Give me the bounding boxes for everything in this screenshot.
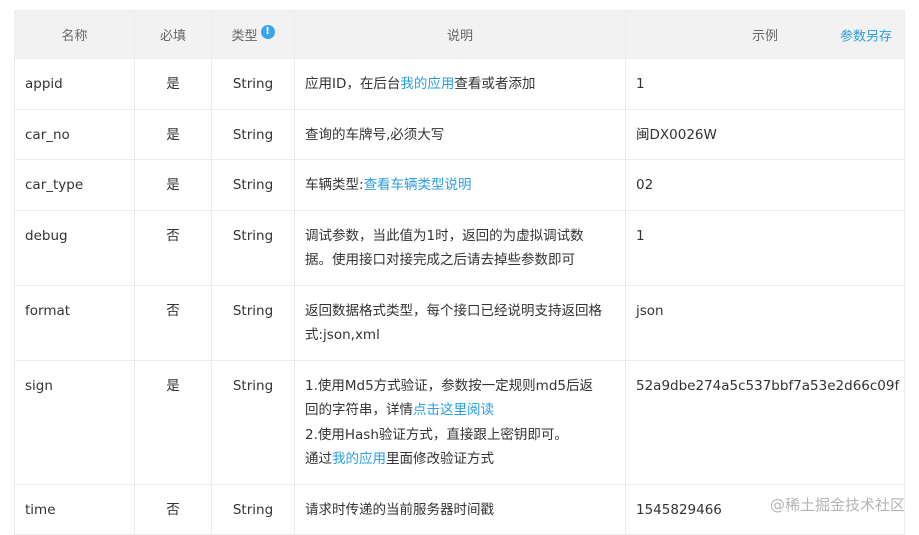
my-apps-link[interactable]: 我的应用: [400, 76, 454, 92]
param-description: 请求时传递的当前服务器时间戳: [294, 483, 626, 535]
vehicle-type-link[interactable]: 查看车辆类型说明: [364, 177, 472, 193]
header-type: 类型!: [211, 10, 295, 59]
param-description: 查询的车牌号,必须大写: [294, 108, 626, 160]
param-type: String: [211, 159, 295, 211]
param-example: 02: [625, 159, 905, 211]
info-icon[interactable]: !: [260, 25, 275, 39]
param-name: format: [14, 284, 135, 361]
header-name: 名称: [14, 10, 135, 59]
param-name: debug: [14, 209, 135, 286]
desc-line: 通过我的应用里面修改验证方式: [305, 447, 615, 472]
param-description: 1.使用Md5方式验证，参数按一定规则md5后返 回的字符串，详情点击这里阅读 …: [294, 359, 626, 485]
desc-text: 里面修改验证方式: [386, 451, 494, 467]
param-name: car_type: [14, 159, 135, 211]
param-name: time: [14, 483, 135, 535]
read-here-link[interactable]: 点击这里阅读: [413, 402, 494, 418]
param-example: 1: [625, 58, 905, 110]
param-required: 是: [134, 159, 212, 211]
desc-line: 调试参数，当此值为1时，返回的为虚拟调试数: [305, 227, 584, 244]
my-apps-link[interactable]: 我的应用: [332, 451, 386, 467]
param-type: String: [211, 58, 295, 110]
param-required: 否: [134, 284, 212, 361]
table-row: debug 否 String 调试参数，当此值为1时，返回的为虚拟调试数 据。使用…: [14, 209, 905, 286]
desc-line: 式:json,xml: [305, 327, 380, 343]
param-example: 闽DX0026W: [625, 108, 905, 160]
desc-line: 据。使用接口对接完成之后请去掉些参数即可: [305, 252, 575, 268]
desc-text: 通过: [305, 451, 332, 467]
param-type: String: [211, 284, 295, 361]
desc-line: 1.使用Md5方式验证，参数按一定规则md5后返: [305, 377, 593, 394]
desc-line: 2.使用Hash验证方式，直接跟上密钥即可。: [305, 426, 568, 443]
desc-text: 查看或者添加: [454, 76, 536, 92]
desc-text: 车辆类型:: [305, 177, 364, 193]
param-name: car_no: [14, 108, 135, 160]
param-example: 52a9dbe274a5c537bbf7a53e2d66c09f: [625, 359, 905, 485]
desc-line: 回的字符串，详情点击这里阅读: [305, 398, 615, 423]
table-header-row: 名称 必填 类型! 说明 示例 参数另存: [14, 10, 905, 59]
param-required: 是: [134, 108, 212, 160]
parameter-table: 名称 必填 类型! 说明 示例 参数另存 appid 是 String 应用ID，…: [14, 10, 905, 535]
param-type: String: [211, 209, 295, 286]
param-name: appid: [14, 58, 135, 110]
param-required: 是: [134, 58, 212, 110]
param-example: json: [625, 284, 905, 361]
param-description: 调试参数，当此值为1时，返回的为虚拟调试数 据。使用接口对接完成之后请去掉些参数即…: [294, 209, 626, 286]
table-row: format 否 String 返回数据格式类型，每个接口已经说明支持返回格 式:…: [14, 284, 905, 361]
header-description: 说明: [294, 10, 626, 59]
desc-text: 应用ID，在后台: [305, 76, 401, 92]
param-description: 返回数据格式类型，每个接口已经说明支持返回格 式:json,xml: [294, 284, 626, 361]
watermark: @稀土掘金技术社区: [770, 494, 905, 515]
param-name: sign: [14, 359, 135, 485]
header-type-label: 类型: [231, 29, 258, 44]
param-type: String: [211, 483, 295, 535]
param-type: String: [211, 359, 295, 485]
param-example: 1: [625, 209, 905, 286]
param-description: 应用ID，在后台我的应用查看或者添加: [294, 58, 626, 110]
desc-line: 返回数据格式类型，每个接口已经说明支持返回格: [305, 302, 602, 319]
table-row: appid 是 String 应用ID，在后台我的应用查看或者添加 1: [14, 58, 905, 110]
header-example-label: 示例: [751, 29, 778, 44]
table-row: sign 是 String 1.使用Md5方式验证，参数按一定规则md5后返 回…: [14, 359, 905, 485]
param-required: 否: [134, 483, 212, 535]
param-description: 车辆类型:查看车辆类型说明: [294, 159, 626, 211]
desc-text: 回的字符串，详情: [305, 402, 413, 418]
table-row: car_type 是 String 车辆类型:查看车辆类型说明 02: [14, 159, 905, 211]
table-row: car_no 是 String 查询的车牌号,必须大写 闽DX0026W: [14, 108, 905, 160]
save-params-link[interactable]: 参数另存: [840, 25, 892, 44]
param-type: String: [211, 108, 295, 160]
param-required: 是: [134, 359, 212, 485]
header-required: 必填: [134, 10, 212, 59]
watermark-text: @稀土掘金技术社区: [769, 496, 905, 514]
header-example: 示例 参数另存: [625, 10, 905, 59]
param-required: 否: [134, 209, 212, 286]
